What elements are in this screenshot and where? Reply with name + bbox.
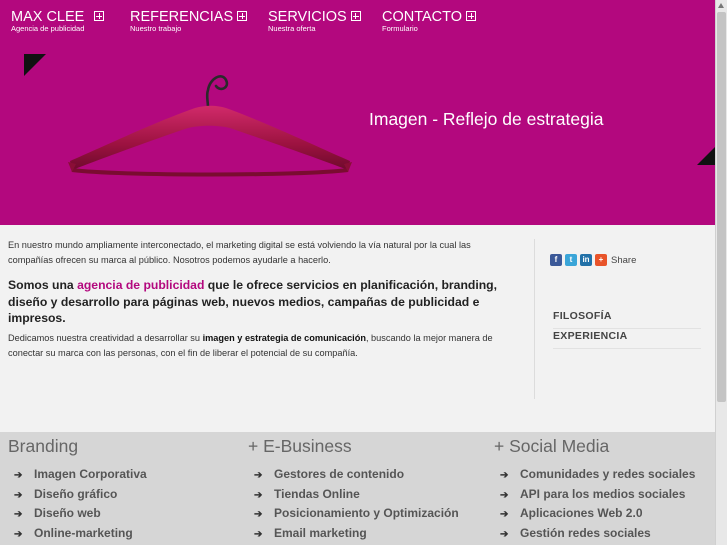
service-link[interactable]: ➔ Gestión redes sociales xyxy=(494,526,695,545)
hero-banner: MAX CLEE Agencia de publicidad REFERENCI… xyxy=(0,0,716,225)
arrow-right-icon: ➔ xyxy=(254,509,263,520)
arrow-right-icon: ➔ xyxy=(14,470,23,481)
arrow-right-icon: ➔ xyxy=(254,470,263,481)
footer-column-social-media: + Social Media ➔ Comunidades y redes soci… xyxy=(494,436,695,545)
service-link[interactable]: ➔ Aplicaciones Web 2.0 xyxy=(494,506,695,526)
nav-label: CONTACTO xyxy=(382,9,463,25)
main-nav: MAX CLEE Agencia de publicidad REFERENCI… xyxy=(0,0,715,40)
service-label: Online-marketing xyxy=(34,525,133,540)
column-title[interactable]: + Social Media xyxy=(494,436,695,458)
service-label: API para los medios sociales xyxy=(520,486,686,501)
service-link[interactable]: ➔ Imagen Corporativa xyxy=(8,467,147,487)
expand-plus-icon xyxy=(237,11,248,21)
footer-column-branding: Branding ➔ Imagen Corporativa ➔ Diseño grá… xyxy=(8,436,147,545)
lead-paragraph: Somos una agencia de publicidad que le o… xyxy=(8,277,513,327)
nav-sub: Formulario xyxy=(382,24,418,33)
hero-tagline: Imagen - Reflejo de estrategia xyxy=(369,109,604,129)
vertical-divider xyxy=(534,239,535,399)
service-list: ➔ Gestores de contenido ➔ Tiendas Online ➔… xyxy=(248,467,459,545)
services-footer: Branding ➔ Imagen Corporativa ➔ Diseño grá… xyxy=(0,432,715,545)
arrow-right-icon: ➔ xyxy=(254,489,263,501)
corner-triangle-decoration xyxy=(24,54,46,76)
arrow-right-icon: ➔ xyxy=(254,528,263,540)
sidebar-link-filosofia[interactable]: FILOSOFÍA xyxy=(553,309,701,329)
service-link[interactable]: ➔ Gestores de contenido xyxy=(248,467,459,487)
service-label: Aplicaciones Web 2.0 xyxy=(520,506,643,520)
corner-triangle-decoration xyxy=(697,146,716,165)
service-label: Imagen Corporativa xyxy=(34,467,147,481)
arrow-right-icon: ➔ xyxy=(500,489,509,501)
intro-paragraph: En nuestro mundo ampliamente interconect… xyxy=(8,240,471,265)
nav-item-servicios[interactable]: SERVICIOS Nuestra oferta xyxy=(268,8,361,33)
expand-plus-icon xyxy=(466,11,477,21)
nav-label: SERVICIOS xyxy=(268,9,347,25)
service-link[interactable]: ➔ Tiendas Online xyxy=(248,487,459,507)
arrow-right-icon: ➔ xyxy=(500,509,509,520)
service-label: Gestión redes sociales xyxy=(520,525,651,540)
nav-sub: Nuestro trabajo xyxy=(130,24,182,33)
expand-plus-icon xyxy=(350,11,361,21)
arrow-right-icon: ➔ xyxy=(500,528,509,540)
share-label[interactable]: Share xyxy=(611,255,636,266)
service-link[interactable]: ➔ Email marketing xyxy=(248,526,459,545)
service-label: Email marketing xyxy=(274,525,367,540)
service-label: Diseño web xyxy=(34,506,101,520)
sidebar-links: FILOSOFÍA EXPERIENCIA xyxy=(553,309,701,349)
vertical-scrollbar[interactable] xyxy=(715,0,727,545)
column-title[interactable]: + E-Business xyxy=(248,436,459,458)
service-list: ➔ Imagen Corporativa ➔ Diseño gráfico ➔ Dis… xyxy=(8,467,147,545)
linkedin-icon[interactable]: in xyxy=(580,254,592,266)
body-bold-text: imagen y estrategia de comunicación xyxy=(202,333,366,343)
main-content: En nuestro mundo ampliamente interconect… xyxy=(0,225,715,432)
facebook-icon[interactable]: f xyxy=(550,254,562,266)
page: MAX CLEE Agencia de publicidad REFERENCI… xyxy=(0,0,727,545)
lead-text: Somos una xyxy=(8,278,78,292)
sidebar-link-experiencia[interactable]: EXPERIENCIA xyxy=(553,329,701,349)
expand-plus-icon[interactable] xyxy=(94,11,105,21)
service-list: ➔ Comunidades y redes sociales ➔ API para … xyxy=(494,467,695,545)
arrow-right-icon: ➔ xyxy=(14,509,23,520)
twitter-icon[interactable]: t xyxy=(565,254,577,266)
nav-brand[interactable]: MAX CLEE Agencia de publicidad xyxy=(11,8,105,33)
service-link[interactable]: ➔ Online-marketing xyxy=(8,526,147,545)
nav-label: REFERENCIAS xyxy=(130,9,234,25)
service-label: Gestores de contenido xyxy=(274,467,405,481)
service-link[interactable]: ➔ Posicionamiento y Optimización xyxy=(248,506,459,526)
service-link[interactable]: ➔ API para los medios sociales xyxy=(494,487,695,507)
arrow-right-icon: ➔ xyxy=(14,528,23,540)
agency-link[interactable]: agencia de publicidad xyxy=(77,278,204,292)
nav-item-contacto[interactable]: CONTACTO Formulario xyxy=(382,8,477,33)
nav-sub: Nuestra oferta xyxy=(268,24,316,33)
nav-item-referencias[interactable]: REFERENCIAS Nuestro trabajo xyxy=(130,8,248,33)
service-link[interactable]: ➔ Diseño web xyxy=(8,506,147,526)
scrollbar-thumb[interactable] xyxy=(717,12,726,402)
footer-column-ebusiness: + E-Business ➔ Gestores de contenido ➔ Tie… xyxy=(248,436,459,545)
service-label: Diseño gráfico xyxy=(34,486,118,501)
column-title: Branding xyxy=(8,436,79,456)
brand-sub: Agencia de publicidad xyxy=(11,24,85,33)
body-paragraph: Dedicamos nuestra creatividad a desarrol… xyxy=(8,331,513,361)
service-link[interactable]: ➔ Diseño gráfico xyxy=(8,487,147,507)
service-label: Tiendas Online xyxy=(274,486,360,501)
brand-name: MAX CLEE xyxy=(11,9,85,25)
addthis-icon[interactable]: + xyxy=(595,254,607,266)
service-label: Comunidades y redes sociales xyxy=(520,467,696,481)
scroll-up-arrow-icon[interactable] xyxy=(718,3,724,8)
service-link[interactable]: ➔ Comunidades y redes sociales xyxy=(494,467,695,487)
body-text: Dedicamos nuestra creatividad a desarrol… xyxy=(8,333,203,343)
service-label: Posicionamiento y Optimización xyxy=(274,506,459,520)
arrow-right-icon: ➔ xyxy=(500,470,509,481)
arrow-right-icon: ➔ xyxy=(14,489,23,501)
share-bar: f t in + Share xyxy=(550,254,636,266)
hanger-image xyxy=(68,75,352,177)
